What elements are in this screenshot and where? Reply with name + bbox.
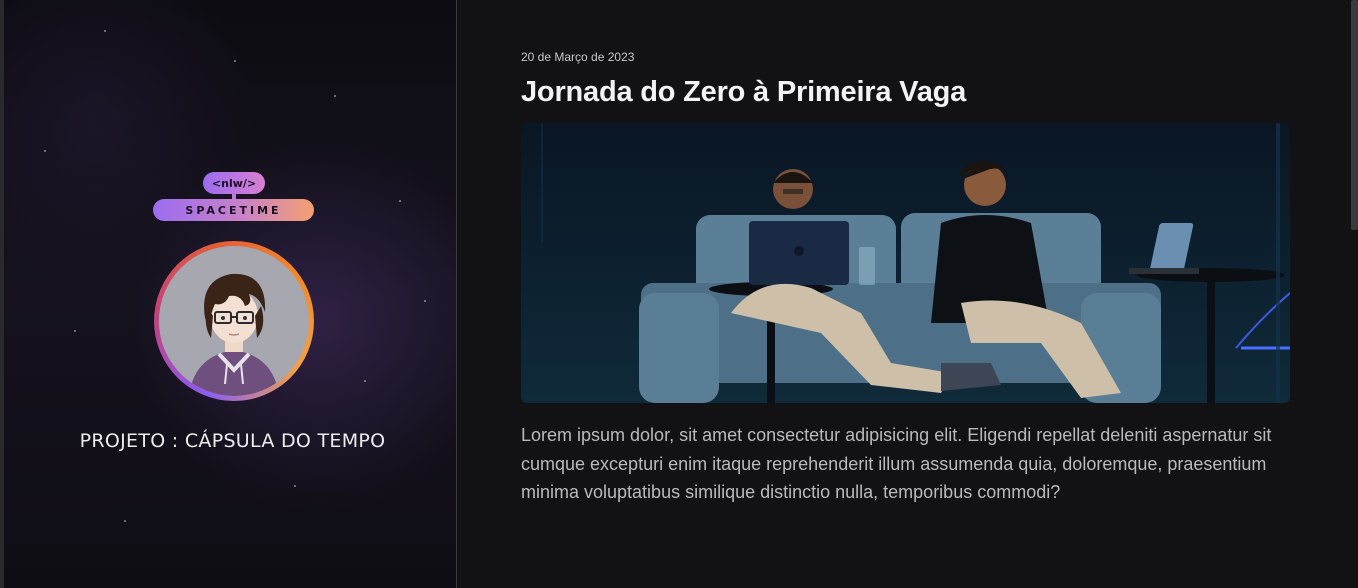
memory-card: 20 de Março de 2023 Jornada do Zero à Pr… [521,50,1291,507]
sidebar: <nlw/> SPACETIME PROJETO: CÁPSULA DO TE… [0,0,457,588]
user-avatar-icon [159,246,309,396]
app-root: <nlw/> SPACETIME PROJETO: CÁPSULA DO TE… [0,0,1358,588]
memory-image [521,123,1290,403]
memories-feed[interactable]: 20 de Março de 2023 Jornada do Zero à Pr… [457,0,1358,588]
avatar[interactable] [154,241,314,401]
memory-date: 20 de Março de 2023 [521,50,635,64]
logo-name: SPACETIME [153,199,314,221]
memory-title: Jornada do Zero à Primeira Vaga [521,76,967,108]
scrollbar-thumb[interactable] [1351,0,1358,230]
logo-tag: <nlw/> [203,172,265,194]
memory-description: Lorem ipsum dolor, sit amet consectetur … [521,425,1272,502]
event-photo-icon [521,123,1290,403]
nlw-spacetime-logo: <nlw/> SPACETIME [150,172,316,224]
project-title: PROJETO : CÁPSULA DO TEMPO [79,430,386,452]
